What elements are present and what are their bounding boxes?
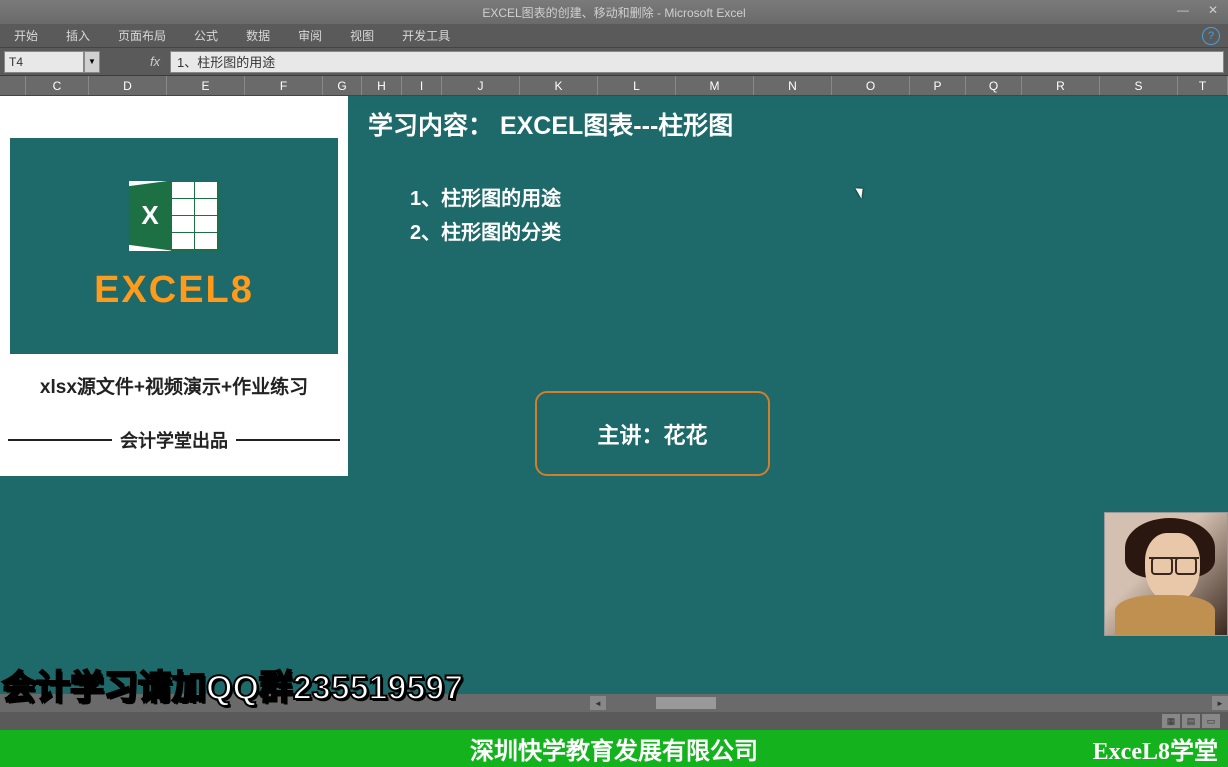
column-header-P[interactable]: P xyxy=(910,76,966,95)
status-bar: ▦ ▤ ▭ xyxy=(0,712,1228,730)
presenter-box: 主讲：花花 xyxy=(535,391,770,476)
ribbon-tab-review[interactable]: 审阅 xyxy=(284,24,336,47)
name-box[interactable]: T4 xyxy=(4,51,84,73)
excel-logo-icon: X xyxy=(129,181,219,251)
ribbon-tab-formula[interactable]: 公式 xyxy=(180,24,232,47)
help-icon[interactable]: ? xyxy=(1202,27,1220,45)
ribbon-tab-dev[interactable]: 开发工具 xyxy=(388,24,464,47)
scroll-left-button[interactable]: ◄ xyxy=(590,696,606,710)
lesson-content: 学习内容： EXCEL图表---柱形图 1、柱形图的用途 2、柱形图的分类 xyxy=(368,106,733,250)
scroll-right-button[interactable]: ► xyxy=(1212,696,1228,710)
column-header-N[interactable]: N xyxy=(754,76,832,95)
brand-card: X EXCEL8 xlsx源文件+视频演示+作业练习 会计学堂出品 xyxy=(0,96,348,476)
card-subtitle: xlsx源文件+视频演示+作业练习 xyxy=(8,372,340,399)
card-producer: 会计学堂出品 xyxy=(120,427,228,453)
footer-company: 深圳快学教育发展有限公司 xyxy=(0,731,1228,766)
column-header-T[interactable]: T xyxy=(1178,76,1228,95)
worksheet-area[interactable]: X EXCEL8 xlsx源文件+视频演示+作业练习 会计学堂出品 学习内容： … xyxy=(0,96,1228,696)
lesson-item-2: 2、柱形图的分类 xyxy=(410,216,733,250)
ribbon-tab-insert[interactable]: 插入 xyxy=(52,24,104,47)
column-header-D[interactable]: D xyxy=(89,76,167,95)
lesson-item-1: 1、柱形图的用途 xyxy=(410,182,733,216)
column-header-H[interactable]: H xyxy=(362,76,402,95)
ribbon-tab-view[interactable]: 视图 xyxy=(336,24,388,47)
presenter-label: 主讲：花花 xyxy=(597,418,707,450)
view-layout-icon[interactable]: ▤ xyxy=(1182,714,1200,728)
lesson-title: 学习内容： EXCEL图表---柱形图 xyxy=(368,106,733,142)
ribbon-tabs: 开始 插入 页面布局 公式 数据 审阅 视图 开发工具 ? xyxy=(0,24,1228,48)
formula-input[interactable]: 1、柱形图的用途 xyxy=(170,51,1224,73)
column-header-F[interactable]: F xyxy=(245,76,323,95)
column-header-Q[interactable]: Q xyxy=(966,76,1022,95)
qq-group-overlay: 会计学习请加QQ群235519597 xyxy=(2,660,463,709)
ribbon-tab-home[interactable]: 开始 xyxy=(0,24,52,47)
webcam-overlay xyxy=(1104,512,1228,636)
column-header-R[interactable]: R xyxy=(1022,76,1100,95)
column-header-I[interactable]: I xyxy=(402,76,442,95)
formula-bar: T4 ▼ fx 1、柱形图的用途 xyxy=(0,48,1228,76)
fx-button[interactable]: fx xyxy=(140,54,170,69)
column-headers: CDEFGHIJKLMNOPQRST xyxy=(0,76,1228,96)
footer-brand: ExceL8学堂 xyxy=(1093,731,1218,766)
scroll-thumb[interactable] xyxy=(656,697,716,709)
column-header-M[interactable]: M xyxy=(676,76,754,95)
close-button[interactable]: ✕ xyxy=(1202,2,1224,18)
brand-text: EXCEL8 xyxy=(94,269,254,312)
window-title: EXCEL图表的创建、移动和删除 - Microsoft Excel xyxy=(482,4,745,21)
ribbon-tab-layout[interactable]: 页面布局 xyxy=(104,24,180,47)
select-all-corner[interactable] xyxy=(0,76,26,95)
name-box-dropdown[interactable]: ▼ xyxy=(84,51,100,73)
title-bar: EXCEL图表的创建、移动和删除 - Microsoft Excel — ✕ xyxy=(0,0,1228,24)
column-header-S[interactable]: S xyxy=(1100,76,1178,95)
mouse-cursor-icon xyxy=(858,186,872,204)
column-header-K[interactable]: K xyxy=(520,76,598,95)
column-header-O[interactable]: O xyxy=(832,76,910,95)
column-header-C[interactable]: C xyxy=(26,76,89,95)
ribbon-tab-data[interactable]: 数据 xyxy=(232,24,284,47)
footer-banner: 深圳快学教育发展有限公司 ExceL8学堂 xyxy=(0,730,1228,767)
minimize-button[interactable]: — xyxy=(1172,2,1194,18)
column-header-E[interactable]: E xyxy=(167,76,245,95)
column-header-L[interactable]: L xyxy=(598,76,676,95)
column-header-J[interactable]: J xyxy=(442,76,520,95)
view-pagebreak-icon[interactable]: ▭ xyxy=(1202,714,1220,728)
column-header-G[interactable]: G xyxy=(323,76,362,95)
view-normal-icon[interactable]: ▦ xyxy=(1162,714,1180,728)
